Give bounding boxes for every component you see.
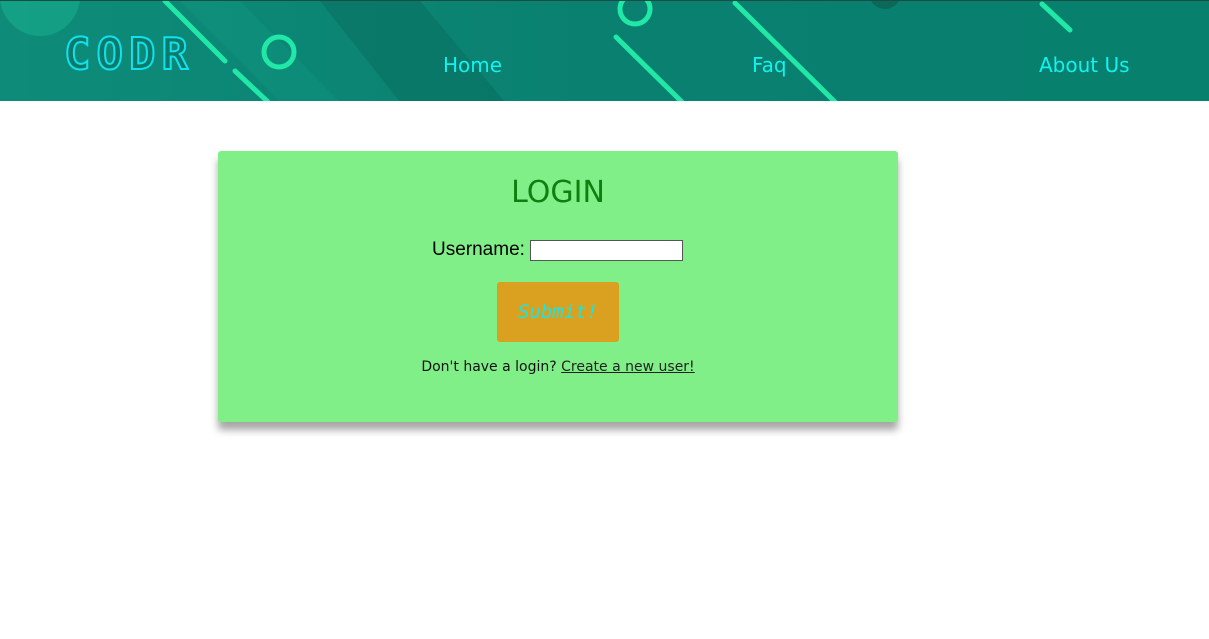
nav-home-link[interactable]: Home xyxy=(443,51,502,79)
signup-prompt: Don't have a login? xyxy=(421,359,562,375)
site-header: CODR Home Faq About Us xyxy=(0,0,1209,101)
signup-row: Don't have a login? Create a new user! xyxy=(218,357,898,377)
nav-about-us-link[interactable]: About Us xyxy=(1039,51,1130,79)
username-row: Username: xyxy=(432,237,683,263)
login-title: LOGIN xyxy=(511,175,605,210)
nav-faq-link[interactable]: Faq xyxy=(752,51,787,79)
username-input[interactable] xyxy=(529,239,683,261)
login-card: LOGIN Username: Submit! Don't have a log… xyxy=(218,151,898,422)
site-logo[interactable]: CODR xyxy=(63,28,194,81)
submit-button[interactable]: Submit! xyxy=(497,282,619,342)
create-user-link[interactable]: Create a new user! xyxy=(561,359,695,375)
username-label: Username: xyxy=(432,239,525,260)
